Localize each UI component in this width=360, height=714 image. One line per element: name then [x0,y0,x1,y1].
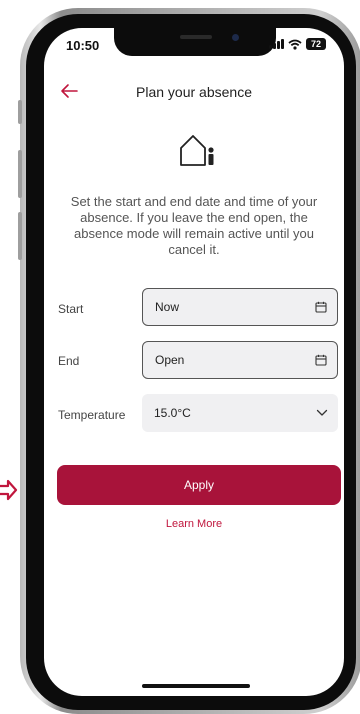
temperature-label: Temperature [58,408,126,422]
house-person-icon [180,135,214,166]
start-label: Start [58,302,84,316]
apply-button[interactable]: Apply [57,465,341,505]
mute-switch [18,100,22,124]
start-date-field[interactable]: Now [142,288,338,326]
end-label: End [58,354,80,368]
volume-down-button [18,212,22,260]
wifi-icon [288,39,302,50]
calendar-icon [315,301,327,313]
status-icons: 72 [269,38,326,50]
chevron-down-icon [316,409,328,416]
page-title: Plan your absence [136,84,252,100]
app-screen: 10:50 72 Plan your absence Set the start… [44,28,344,696]
calendar-icon [315,354,327,366]
notch [114,28,276,56]
battery-icon: 72 [306,38,326,50]
description-text: Set the start and end date and time of y… [70,194,318,257]
end-date-field[interactable]: Open [142,341,338,379]
temperature-select[interactable]: 15.0°C [142,394,338,432]
earpiece-speaker [180,35,212,39]
temperature-value: 15.0°C [154,406,191,420]
volume-up-button [18,150,22,198]
learn-more-link[interactable]: Learn More [44,518,344,530]
home-indicator[interactable] [142,684,250,688]
start-date-value: Now [155,300,180,314]
status-time: 10:50 [66,38,100,53]
pointer-arrow-icon [0,479,18,501]
front-camera [232,34,239,41]
signal-icon [269,39,284,49]
end-date-value: Open [155,353,185,367]
